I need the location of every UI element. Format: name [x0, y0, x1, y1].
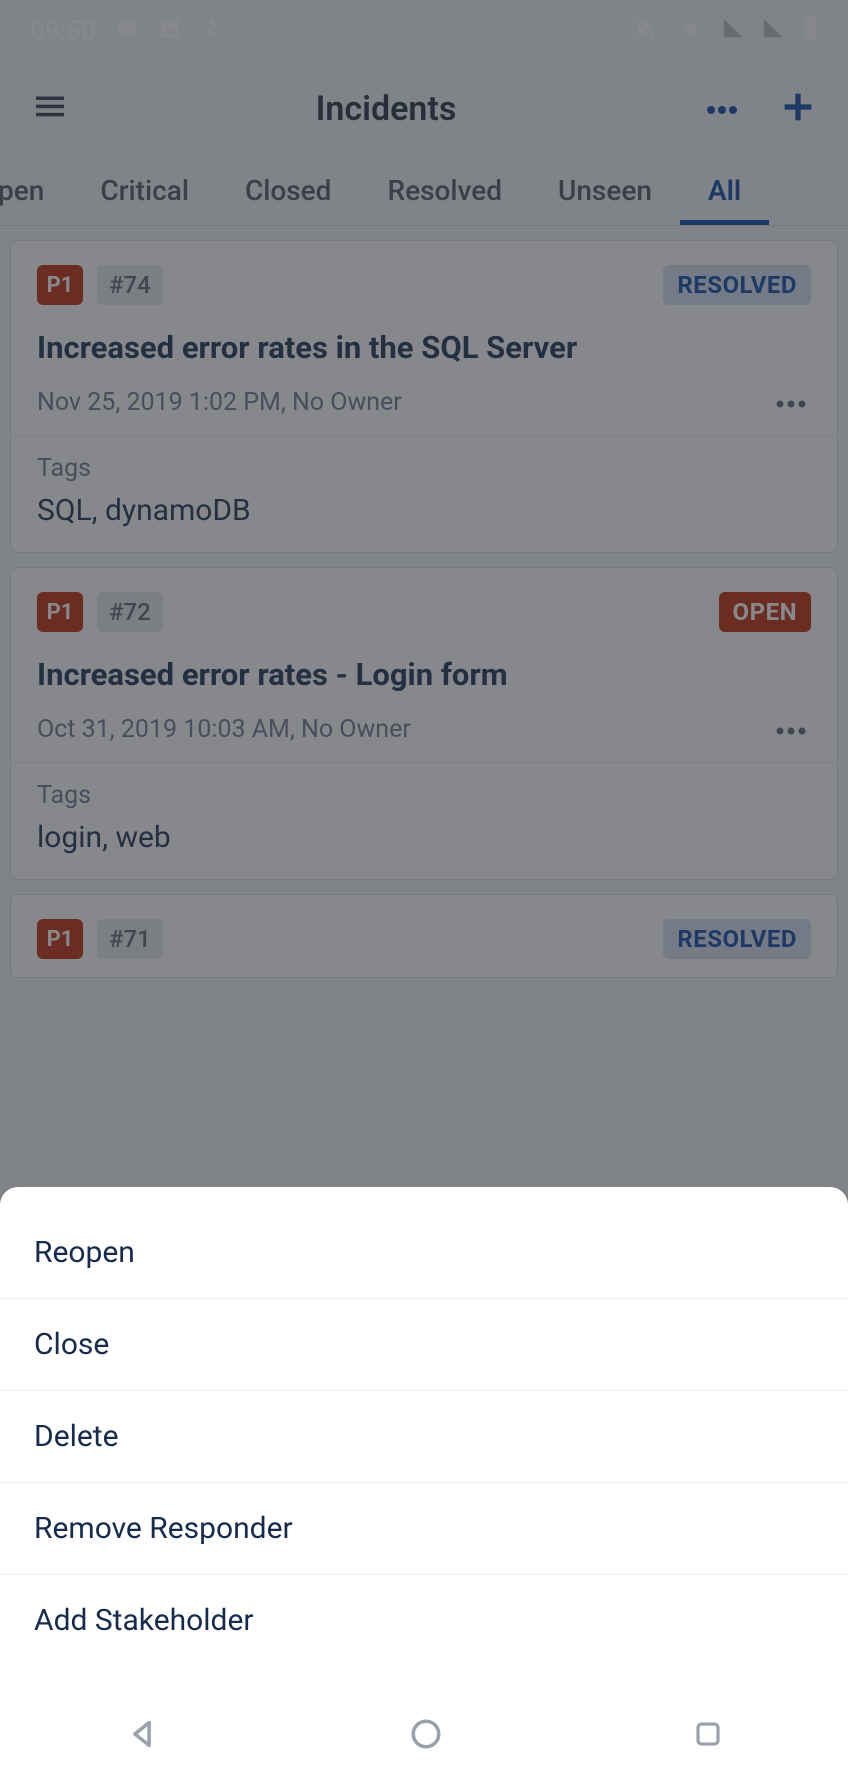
back-triangle-icon	[125, 1736, 159, 1755]
sheet-item-label: Delete	[34, 1419, 119, 1454]
sheet-item-delete[interactable]: Delete	[0, 1391, 848, 1483]
sheet-item-label: Reopen	[34, 1235, 135, 1270]
nav-recent-button[interactable]	[693, 1719, 723, 1753]
sheet-item-label: Remove Responder	[34, 1511, 293, 1546]
sheet-item-close[interactable]: Close	[0, 1299, 848, 1391]
nav-back-button[interactable]	[125, 1717, 159, 1755]
sheet-item-reopen[interactable]: Reopen	[0, 1207, 848, 1299]
sheet-item-add-stakeholder[interactable]: Add Stakeholder	[0, 1575, 848, 1666]
nav-home-button[interactable]	[409, 1717, 443, 1755]
system-nav-bar	[0, 1686, 848, 1786]
square-icon	[693, 1734, 723, 1753]
sheet-item-remove-responder[interactable]: Remove Responder	[0, 1483, 848, 1575]
sheet-item-label: Close	[34, 1327, 109, 1362]
sheet-item-label: Add Stakeholder	[34, 1603, 254, 1638]
circle-icon	[409, 1736, 443, 1755]
